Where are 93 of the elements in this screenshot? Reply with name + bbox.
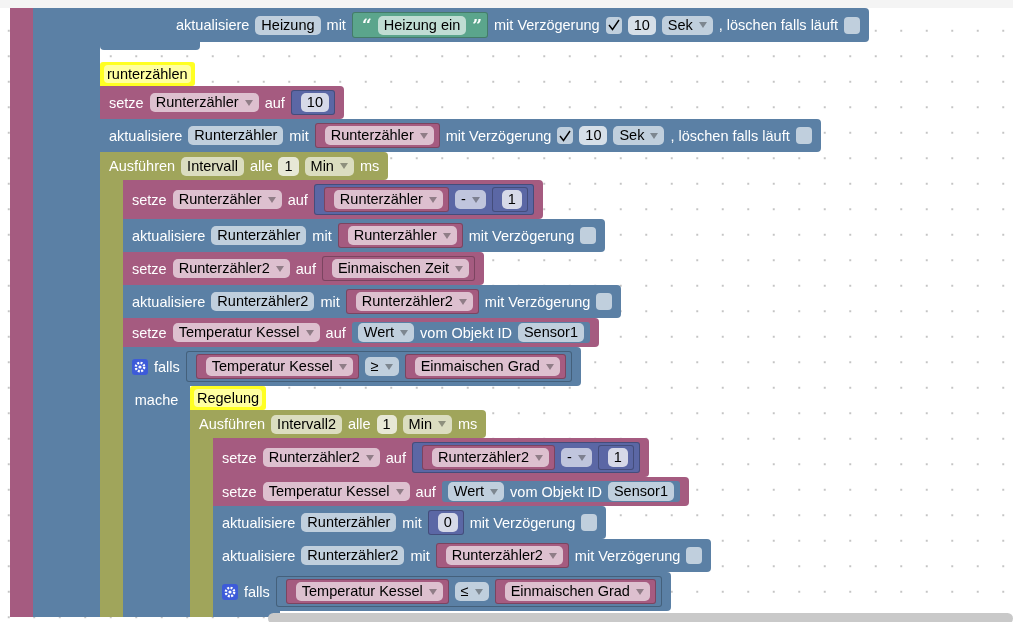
dropdown-field[interactable]: Einmaischen Zeit: [331, 259, 470, 278]
block-label: alle: [249, 158, 273, 174]
block-label: setze: [222, 483, 257, 500]
block-label: mit: [320, 293, 340, 310]
name-field: Runterzähler: [301, 513, 397, 532]
block-label: falls: [244, 583, 270, 600]
dropdown-field[interactable]: Sek: [613, 126, 665, 145]
block-label: vom Objekt ID: [420, 324, 512, 341]
comment-text: Regelung: [194, 389, 263, 407]
dropdown-field[interactable]: Runterzähler2: [262, 448, 380, 467]
block-label: mache: [134, 392, 179, 408]
dropdown-field[interactable]: -: [561, 448, 592, 467]
block-label: mit: [289, 127, 309, 144]
name-field: Runterzähler2: [301, 546, 405, 565]
dropdown-field[interactable]: Runterzähler2: [355, 292, 473, 311]
block-label: vom Objekt ID: [510, 483, 602, 500]
block-label: aktualisiere: [132, 227, 206, 244]
number-field[interactable]: 1: [607, 448, 628, 467]
block-label: auf: [325, 324, 346, 341]
block-label: setze: [222, 449, 257, 466]
name-field: Heizung ein: [377, 15, 467, 35]
name-field: Intervall2: [271, 414, 342, 434]
block-label: mit: [312, 227, 332, 244]
number-field[interactable]: 10: [300, 93, 329, 112]
block-label: mit: [402, 514, 422, 531]
block-label: auf: [415, 483, 436, 500]
dropdown-field[interactable]: Runterzähler: [333, 190, 443, 209]
number-field[interactable]: 1: [376, 414, 397, 434]
dropdown-field[interactable]: Runterzähler2: [445, 546, 563, 565]
block-label: falls: [154, 358, 180, 375]
block-label: setze: [132, 260, 167, 277]
block-label: setze: [109, 94, 144, 111]
number-field[interactable]: 0: [437, 513, 458, 532]
name-field: Runterzähler2: [211, 292, 315, 311]
dropdown-field[interactable]: Temperatur Kessel: [205, 357, 353, 376]
dropdown-field[interactable]: Sek: [661, 15, 713, 35]
dropdown-field[interactable]: ≥: [364, 357, 399, 376]
block-label: Ausführen: [109, 158, 176, 174]
dropdown-field[interactable]: Wert: [357, 323, 415, 342]
block-label: aktualisiere: [132, 293, 206, 310]
number-field[interactable]: 1: [278, 156, 299, 176]
block-label: mit: [410, 547, 430, 564]
block-label: ms: [359, 158, 380, 174]
name-field: Runterzähler: [211, 226, 307, 245]
block-label: mit Verzögerung: [574, 547, 681, 564]
name-field: Sensor1: [517, 323, 584, 342]
number-field[interactable]: 10: [579, 126, 608, 145]
block-label: auf: [385, 449, 406, 466]
block-label: mit Verzögerung: [484, 293, 591, 310]
name-field: Runterzähler: [188, 126, 284, 145]
comment-text: runterzählen: [104, 65, 191, 83]
name-field: Heizung: [255, 15, 321, 35]
dropdown-field[interactable]: ≤: [454, 582, 489, 601]
dropdown-field[interactable]: Wert: [447, 482, 505, 501]
block-label: setze: [132, 191, 167, 208]
block-label: mit: [326, 17, 346, 33]
quote-mark: “: [361, 15, 372, 35]
block-label: mit Verzögerung: [445, 127, 552, 144]
block-label: aktualisiere: [109, 127, 183, 144]
dropdown-field[interactable]: Temperatur Kessel: [295, 582, 443, 601]
dropdown-field[interactable]: Runterzähler2: [431, 448, 549, 467]
block-label: mit Verzögerung: [468, 227, 575, 244]
dropdown-field[interactable]: Temperatur Kessel: [262, 482, 410, 501]
dropdown-field[interactable]: -: [454, 190, 486, 209]
dropdown-field[interactable]: Min: [304, 156, 354, 176]
block-label: auf: [287, 191, 308, 208]
block-label: , löschen falls läuft: [670, 127, 790, 144]
dropdown-field[interactable]: Temperatur Kessel: [172, 323, 320, 342]
block-label: auf: [295, 260, 316, 277]
dropdown-field[interactable]: Runterzähler: [324, 126, 434, 145]
block-label: mit Verzögerung: [494, 17, 600, 33]
block-label: ms: [458, 416, 478, 432]
dropdown-field[interactable]: Runterzähler: [347, 226, 457, 245]
number-field[interactable]: 10: [627, 15, 656, 35]
block-label: aktualisiere: [222, 547, 296, 564]
number-field[interactable]: 1: [501, 190, 522, 209]
block-label: mit Verzögerung: [469, 514, 576, 531]
dropdown-field[interactable]: Runterzähler2: [172, 259, 290, 278]
block-label: setze: [132, 324, 167, 341]
block-label: aktualisiere: [176, 17, 250, 33]
dropdown-field[interactable]: Runterzähler: [172, 190, 282, 209]
dropdown-field[interactable]: Einmaischen Grad: [414, 357, 560, 376]
quote-mark: ”: [472, 15, 483, 35]
dropdown-field[interactable]: Min: [402, 414, 452, 434]
name-field: Sensor1: [607, 482, 674, 501]
dropdown-field[interactable]: Einmaischen Grad: [504, 582, 650, 601]
block-label: aktualisiere: [222, 514, 296, 531]
block-label: , löschen falls läuft: [718, 17, 839, 33]
name-field: Intervall: [181, 156, 244, 176]
dropdown-field[interactable]: Runterzähler: [149, 93, 259, 112]
block-label: auf: [264, 94, 285, 111]
block-label: alle: [347, 416, 371, 432]
block-label: Ausführen: [199, 416, 266, 432]
